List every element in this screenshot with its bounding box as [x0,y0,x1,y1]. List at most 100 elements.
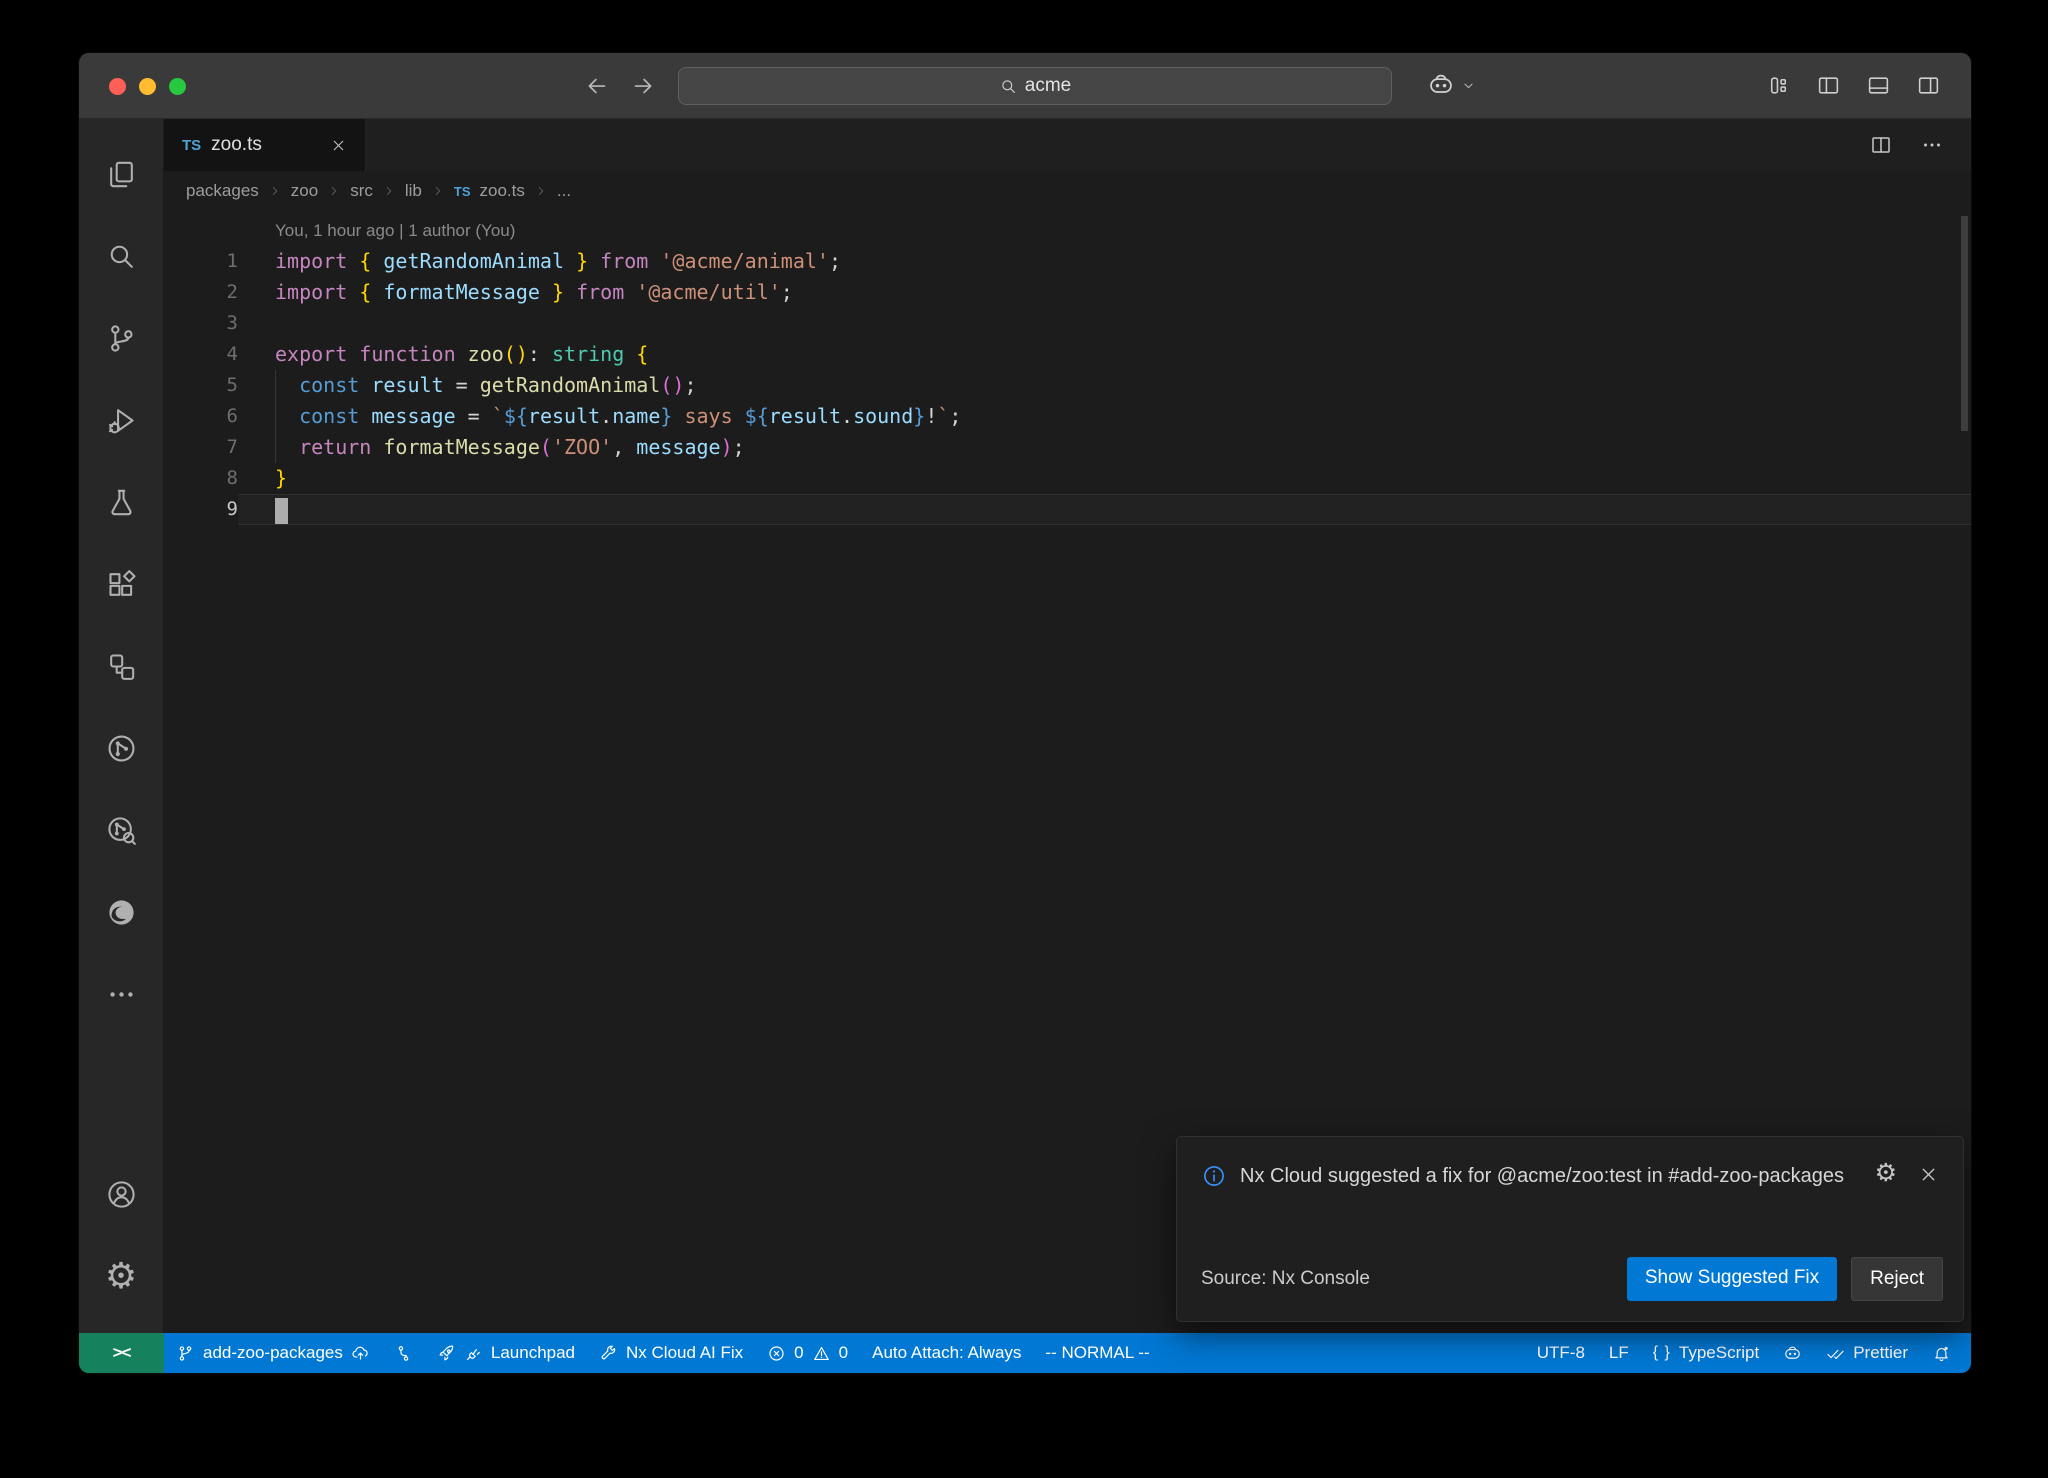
minimize-window-button[interactable] [139,78,156,95]
line-number[interactable]: 9 [164,494,238,525]
line-content[interactable]: export function zoo(): string { [238,339,1971,370]
statusbar-text: >< [113,1343,131,1363]
activity-nx-graph[interactable] [79,707,163,789]
statusbar-prettier[interactable]: Prettier [1814,1333,1920,1373]
notification-settings-gear-icon[interactable]: ⚙ [1875,1161,1897,1186]
statusbar-eol[interactable]: LF [1597,1333,1641,1373]
reject-button[interactable]: Reject [1851,1257,1943,1301]
edge-icon [105,896,138,929]
activity-account[interactable] [79,1153,163,1235]
code-line-4[interactable]: 4export function zoo(): string { [164,339,1971,370]
statusbar-remote-indicator[interactable]: >< [79,1333,164,1373]
debug-icon [105,404,138,437]
ellipsis-icon [105,978,138,1011]
statusbar-git-branch[interactable]: add-zoo-packages [164,1333,382,1373]
activity-ellipsis[interactable] [79,953,163,1035]
zoom-window-button[interactable] [169,78,186,95]
gear-icon: ⚙ [105,1258,137,1294]
line-number[interactable]: 6 [164,401,238,432]
toggle-panel-left-icon[interactable] [1816,73,1841,98]
activity-gear[interactable]: ⚙ [79,1235,163,1317]
toggle-panel-bottom-icon[interactable] [1866,73,1891,98]
text-cursor [275,498,288,524]
activity-edge[interactable] [79,871,163,953]
breadcrumb-zoo[interactable]: zoo [291,181,318,201]
code-line-6[interactable]: 6const message = `${result.name} says ${… [164,401,1971,432]
notification-message: Nx Cloud suggested a fix for @acme/zoo:t… [1240,1161,1862,1192]
copilot-icon [1427,71,1455,99]
code-line-3[interactable]: 3 [164,308,1971,339]
statusbar-notifications-bell[interactable] [1920,1333,1963,1373]
statusbar-source-control-graph[interactable] [382,1333,425,1373]
line-content[interactable]: return formatMessage('ZOO', message); [238,432,1971,463]
activity-beaker[interactable] [79,461,163,543]
code-line-5[interactable]: 5const result = getRandomAnimal(); [164,370,1971,401]
line-number[interactable]: 5 [164,370,238,401]
breadcrumb-packages[interactable]: packages [186,181,259,201]
split-editor-icon[interactable] [1869,133,1893,157]
command-center-search[interactable]: acme [678,67,1392,105]
tab-zoo-ts[interactable]: TS zoo.ts [164,119,366,171]
code-line-1[interactable]: 1import { getRandomAnimal } from '@acme/… [164,246,1971,277]
search-icon [105,240,138,273]
statusbar-language-typescript[interactable]: { }TypeScript [1641,1333,1771,1373]
code-line-7[interactable]: 7return formatMessage('ZOO', message); [164,432,1971,463]
statusbar-vim-mode[interactable]: -- NORMAL -- [1033,1333,1161,1373]
copilot-menu[interactable] [1427,71,1477,99]
indent-guide [275,370,299,401]
statusbar-nx-cloud-ai-fix[interactable]: Nx Cloud AI Fix [587,1333,755,1373]
back-arrow-icon[interactable] [584,73,610,99]
line-content[interactable]: import { formatMessage } from '@acme/uti… [238,277,1971,308]
line-number[interactable]: 1 [164,246,238,277]
line-number[interactable]: 2 [164,277,238,308]
breadcrumb-src[interactable]: src [350,181,373,201]
line-number[interactable]: 8 [164,463,238,494]
forward-arrow-icon[interactable] [630,73,656,99]
breadcrumb-lib[interactable]: lib [405,181,422,201]
statusbar-encoding[interactable]: UTF-8 [1525,1333,1597,1373]
line-content[interactable]: const result = getRandomAnimal(); [238,370,1971,401]
notification-close-icon[interactable] [1918,1164,1939,1185]
statusbar-launchpad[interactable]: Launchpad [425,1333,587,1373]
chevron-right-icon [327,184,341,198]
toggle-panel-right-icon[interactable] [1916,73,1941,98]
activity-extensions[interactable] [79,543,163,625]
customize-layout-icon[interactable] [1766,73,1791,98]
activity-source-control[interactable] [79,297,163,379]
blocks-icon [105,650,138,683]
line-number[interactable]: 4 [164,339,238,370]
line-number[interactable]: 7 [164,432,238,463]
close-window-button[interactable] [109,78,126,95]
show-suggested-fix-button[interactable]: Show Suggested Fix [1627,1257,1837,1301]
activity-search[interactable] [79,215,163,297]
code-line-9[interactable]: 9 [164,494,1971,525]
status-bar: >< add-zoo-packages Launchpad Nx Cloud AI F… [79,1333,1971,1373]
more-actions-icon[interactable] [1920,133,1944,157]
statusbar-auto-attach[interactable]: Auto Attach: Always [860,1333,1033,1373]
code-line-8[interactable]: 8} [164,463,1971,494]
statusbar-text: LF [1609,1343,1629,1363]
close-tab-icon[interactable] [330,137,347,154]
plug-icon [464,1344,483,1363]
line-content[interactable] [238,494,1971,525]
editor-scrollbar[interactable] [1961,216,1968,431]
statusbar-problems[interactable]: 00 [755,1333,860,1373]
line-content[interactable]: } [238,463,1971,494]
line-number[interactable]: 3 [164,308,238,339]
activity-blocks[interactable] [79,625,163,707]
activity-debug[interactable] [79,379,163,461]
statusbar-text: 0 [794,1343,803,1363]
activity-files[interactable] [79,133,163,215]
cloud-upload-icon [351,1344,370,1363]
line-content[interactable]: const message = `${result.name} says ${r… [238,401,1971,432]
breadcrumb-file[interactable]: zoo.ts [480,181,525,201]
breadcrumb-overflow[interactable]: ... [557,181,571,201]
search-value: acme [1025,75,1071,97]
notification-toast: Nx Cloud suggested a fix for @acme/zoo:t… [1176,1136,1964,1322]
line-content[interactable]: import { getRandomAnimal } from '@acme/a… [238,246,1971,277]
code-line-2[interactable]: 2import { formatMessage } from '@acme/ut… [164,277,1971,308]
statusbar-copilot-status[interactable] [1771,1333,1814,1373]
activity-nx-graph-search[interactable] [79,789,163,871]
statusbar-text: Nx Cloud AI Fix [626,1343,743,1363]
line-content[interactable] [238,308,1971,339]
